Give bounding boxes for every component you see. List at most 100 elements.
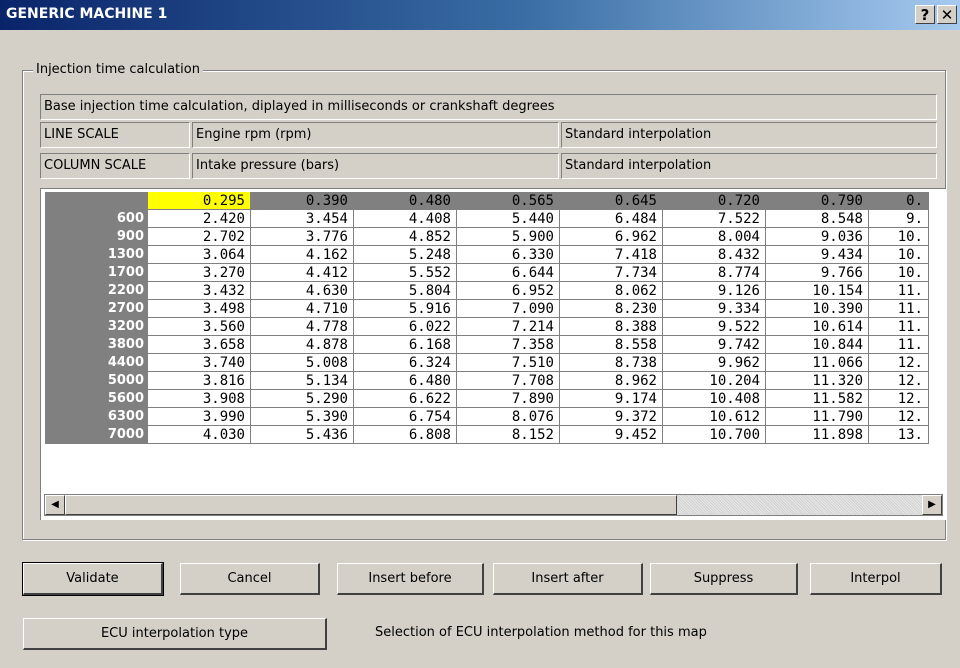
table-cell[interactable]: 4.412	[251, 264, 354, 282]
table-cell[interactable]: 9.766	[766, 264, 869, 282]
table-cell[interactable]: 9.126	[663, 282, 766, 300]
table-cell[interactable]: 11.	[869, 336, 929, 354]
table-cell[interactable]: 5.804	[354, 282, 457, 300]
table-cell[interactable]: 6.022	[354, 318, 457, 336]
table-cell[interactable]: 10.	[869, 246, 929, 264]
horizontal-scrollbar[interactable]: ◀ ▶	[44, 494, 943, 516]
table-cell[interactable]: 11.790	[766, 408, 869, 426]
cancel-button[interactable]: Cancel	[180, 563, 320, 595]
table-cell[interactable]: 6.952	[457, 282, 560, 300]
table-cell[interactable]: 7.522	[663, 210, 766, 228]
table-cell[interactable]: 10.	[869, 264, 929, 282]
table-cell[interactable]: 2.702	[148, 228, 251, 246]
table-cell[interactable]: 3.658	[148, 336, 251, 354]
column-header-cell[interactable]: 0.790	[766, 192, 869, 210]
table-cell[interactable]: 9.372	[560, 408, 663, 426]
table-cell[interactable]: 7.890	[457, 390, 560, 408]
table-cell[interactable]: 8.230	[560, 300, 663, 318]
table-cell[interactable]: 5.440	[457, 210, 560, 228]
table-cell[interactable]: 12.	[869, 390, 929, 408]
table-cell[interactable]: 12.	[869, 372, 929, 390]
column-header-cell[interactable]: 0.390	[251, 192, 354, 210]
table-cell[interactable]: 12.	[869, 354, 929, 372]
table-cell[interactable]: 5.552	[354, 264, 457, 282]
table-cell[interactable]: 8.738	[560, 354, 663, 372]
validate-button[interactable]: Validate	[22, 562, 164, 596]
table-cell[interactable]: 3.432	[148, 282, 251, 300]
table-cell[interactable]: 5.290	[251, 390, 354, 408]
table-cell[interactable]: 10.204	[663, 372, 766, 390]
table-cell[interactable]: 4.408	[354, 210, 457, 228]
table-cell[interactable]: 8.432	[663, 246, 766, 264]
column-header-cell[interactable]: 0.645	[560, 192, 663, 210]
table-cell[interactable]: 9.742	[663, 336, 766, 354]
table-cell[interactable]: 8.558	[560, 336, 663, 354]
table-cell[interactable]: 4.852	[354, 228, 457, 246]
insert-after-button[interactable]: Insert after	[493, 563, 643, 595]
table-cell[interactable]: 7.090	[457, 300, 560, 318]
table-cell[interactable]: 6.330	[457, 246, 560, 264]
row-header-cell[interactable]: 5000	[45, 372, 148, 390]
table-cell[interactable]: 10.408	[663, 390, 766, 408]
column-header-cell[interactable]: 0.	[869, 192, 929, 210]
row-header-cell[interactable]: 4400	[45, 354, 148, 372]
table-cell[interactable]: 6.168	[354, 336, 457, 354]
table-cell[interactable]: 4.162	[251, 246, 354, 264]
table-cell[interactable]: 3.740	[148, 354, 251, 372]
table-cell[interactable]: 6.644	[457, 264, 560, 282]
table-cell[interactable]: 9.452	[560, 426, 663, 444]
table-cell[interactable]: 9.036	[766, 228, 869, 246]
suppress-button[interactable]: Suppress	[650, 563, 798, 595]
table-cell[interactable]: 13.	[869, 426, 929, 444]
table-cell[interactable]: 6.808	[354, 426, 457, 444]
table-cell[interactable]: 5.008	[251, 354, 354, 372]
table-cell[interactable]: 3.776	[251, 228, 354, 246]
row-header-cell[interactable]: 7000	[45, 426, 148, 444]
table-cell[interactable]: 8.548	[766, 210, 869, 228]
table-cell[interactable]: 5.436	[251, 426, 354, 444]
table-cell[interactable]: 3.270	[148, 264, 251, 282]
column-header-cell[interactable]: 0.480	[354, 192, 457, 210]
table-cell[interactable]: 10.614	[766, 318, 869, 336]
row-header-cell[interactable]: 3800	[45, 336, 148, 354]
row-header-cell[interactable]: 1300	[45, 246, 148, 264]
row-header-cell[interactable]: 2200	[45, 282, 148, 300]
table-cell[interactable]: 9.434	[766, 246, 869, 264]
scroll-left-icon[interactable]: ◀	[45, 495, 65, 515]
table-cell[interactable]: 8.004	[663, 228, 766, 246]
table-cell[interactable]: 3.498	[148, 300, 251, 318]
table-cell[interactable]: 2.420	[148, 210, 251, 228]
table-cell[interactable]: 6.754	[354, 408, 457, 426]
column-header-cell[interactable]: 0.720	[663, 192, 766, 210]
table-cell[interactable]: 9.	[869, 210, 929, 228]
table-cell[interactable]: 10.154	[766, 282, 869, 300]
table-cell[interactable]: 6.622	[354, 390, 457, 408]
table-cell[interactable]: 11.898	[766, 426, 869, 444]
table-cell[interactable]: 7.214	[457, 318, 560, 336]
table-cell[interactable]: 3.454	[251, 210, 354, 228]
scroll-thumb[interactable]	[65, 495, 677, 515]
scroll-right-icon[interactable]: ▶	[922, 495, 942, 515]
ecu-interpolation-type-button[interactable]: ECU interpolation type	[23, 618, 327, 650]
table-cell[interactable]: 8.076	[457, 408, 560, 426]
table-cell[interactable]: 7.358	[457, 336, 560, 354]
row-header-cell[interactable]: 5600	[45, 390, 148, 408]
table-cell[interactable]: 10.	[869, 228, 929, 246]
row-header-cell[interactable]: 3200	[45, 318, 148, 336]
table-cell[interactable]: 6.480	[354, 372, 457, 390]
table-cell[interactable]: 8.962	[560, 372, 663, 390]
table-cell[interactable]: 3.064	[148, 246, 251, 264]
table-cell[interactable]: 10.390	[766, 300, 869, 318]
table-cell[interactable]: 6.484	[560, 210, 663, 228]
table-cell[interactable]: 8.152	[457, 426, 560, 444]
column-header-cell[interactable]: 0.565	[457, 192, 560, 210]
table-cell[interactable]: 4.878	[251, 336, 354, 354]
row-header-cell[interactable]: 6300	[45, 408, 148, 426]
row-header-cell[interactable]: 1700	[45, 264, 148, 282]
table-cell[interactable]: 3.990	[148, 408, 251, 426]
selected-column-header-cell[interactable]: 0.295	[148, 192, 251, 210]
table-cell[interactable]: 11.	[869, 318, 929, 336]
table-cell[interactable]: 4.030	[148, 426, 251, 444]
map-grid[interactable]: 0.295 0.390 0.480 0.565 0.645 0.720 0.790 0. 600…	[40, 188, 946, 520]
table-cell[interactable]: 5.916	[354, 300, 457, 318]
